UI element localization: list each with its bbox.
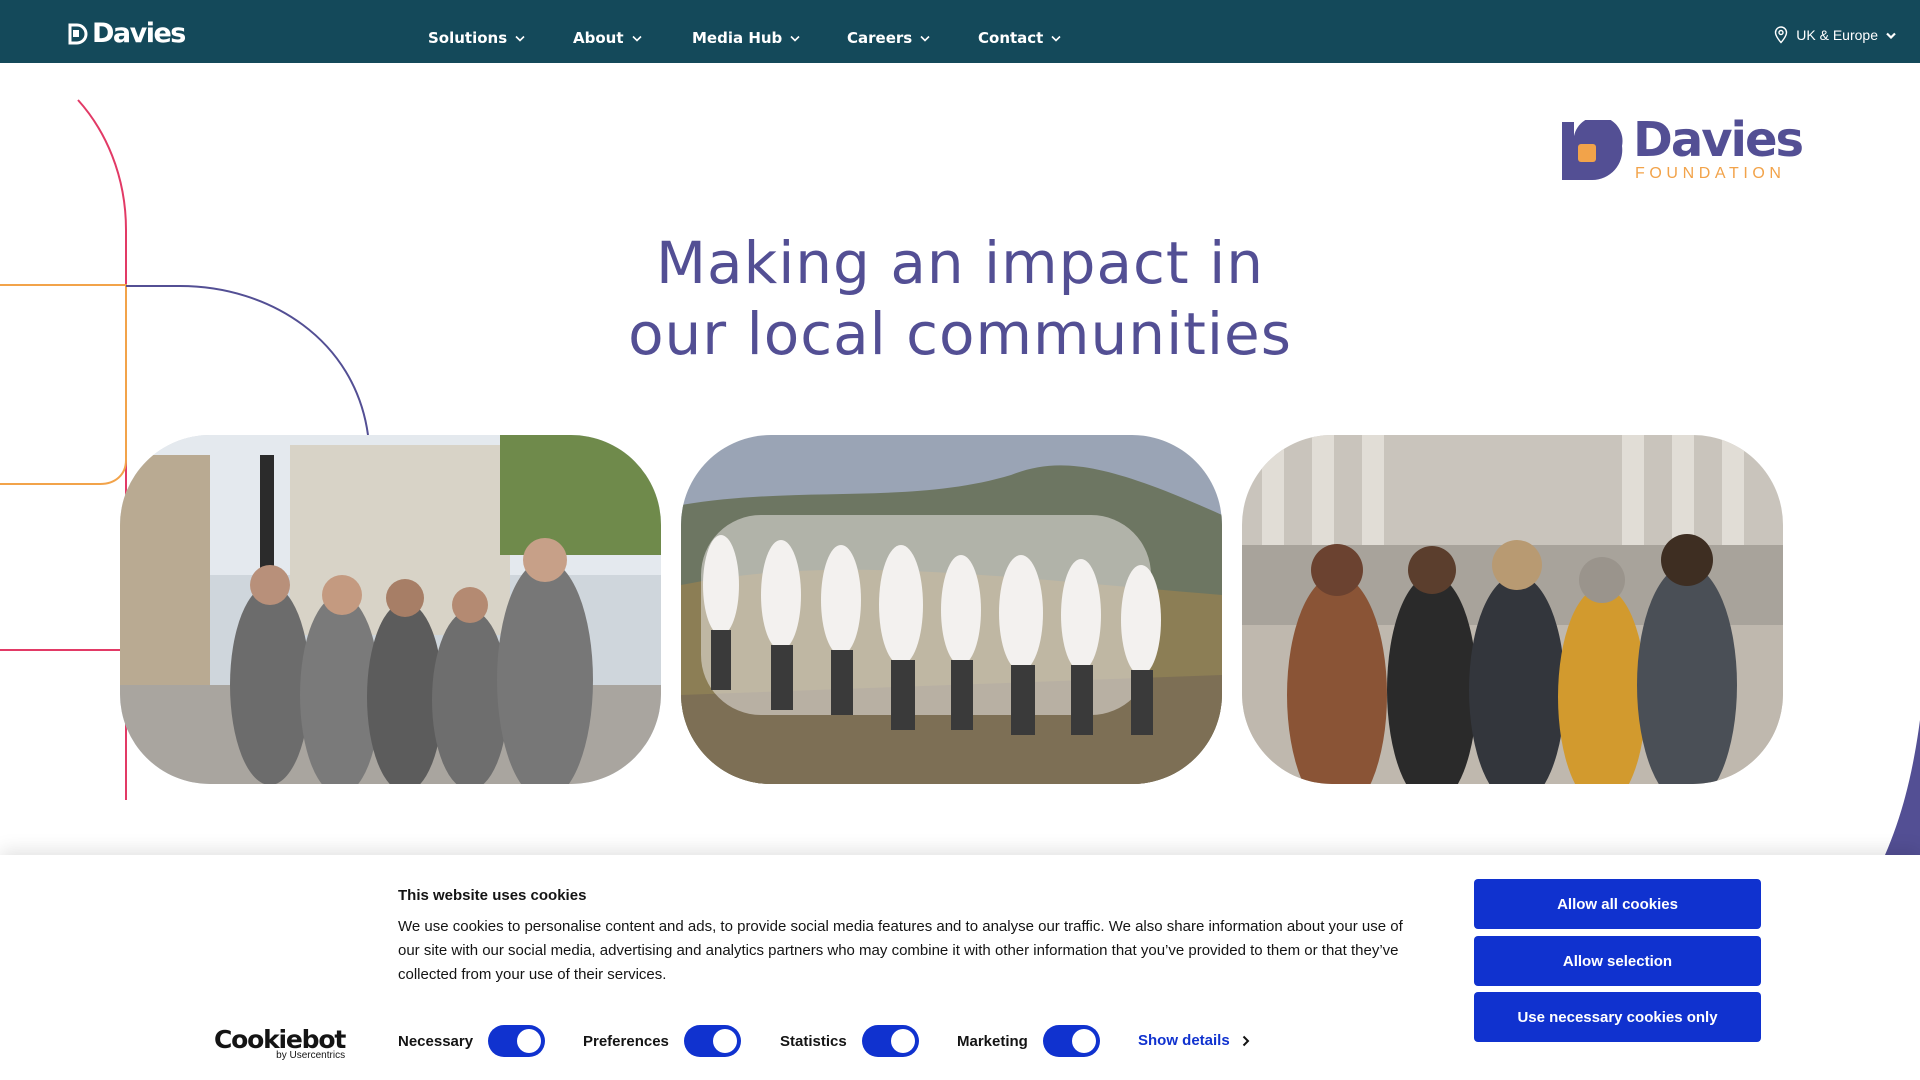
foundation-logo-mark-icon (1562, 120, 1623, 181)
toggle-label: Statistics (780, 1032, 847, 1050)
show-details-label: Show details (1138, 1032, 1230, 1049)
hero-title: Making an impact in our local communitie… (560, 228, 1360, 370)
community-photo-street (120, 435, 661, 784)
community-photo-capitol (1242, 435, 1783, 784)
chevron-down-icon (790, 35, 800, 42)
davies-logo[interactable]: Davies (68, 17, 186, 49)
cookie-title: This website uses cookies (398, 887, 587, 904)
foundation-logo-name: Davies (1633, 112, 1804, 168)
menu-label: About (573, 29, 624, 47)
chevron-down-icon (1886, 32, 1896, 39)
menu-label: Solutions (428, 29, 508, 47)
region-label: UK & Europe (1796, 27, 1878, 43)
chevron-down-icon (1051, 35, 1061, 42)
menu-label: Contact (978, 29, 1044, 47)
toggle-statistics: Statistics (780, 1025, 919, 1057)
necessary-cookies-only-button[interactable]: Use necessary cookies only (1474, 992, 1761, 1042)
toggle-preferences: Preferences (583, 1025, 741, 1057)
location-pin-icon (1775, 26, 1788, 44)
community-photo-hill-walk (681, 435, 1222, 784)
statistics-switch[interactable] (861, 1025, 919, 1057)
menu-label: Media Hub (692, 29, 783, 47)
toggle-label: Preferences (583, 1032, 669, 1050)
toggle-marketing: Marketing (957, 1025, 1100, 1057)
menu-item-contact[interactable]: Contact (978, 29, 1061, 47)
chevron-down-icon (515, 35, 525, 42)
allow-selection-button[interactable]: Allow selection (1474, 936, 1761, 986)
top-navigation: Davies Solutions About Media Hub Careers… (0, 0, 1920, 63)
foundation-logo-sub: FOUNDATION (1635, 165, 1786, 182)
davies-foundation-logo: Davies FOUNDATION (1560, 112, 1804, 182)
show-details-link[interactable]: Show details (1138, 1032, 1250, 1049)
toggle-necessary: Necessary (398, 1025, 546, 1057)
hero-title-line-2: our local communities (628, 300, 1292, 368)
menu-item-about[interactable]: About (573, 29, 642, 47)
toggle-label: Necessary (398, 1032, 474, 1050)
menu-item-media-hub[interactable]: Media Hub (692, 29, 800, 47)
cookiebot-logo[interactable]: Cookiebot by Usercentrics (214, 1025, 346, 1061)
necessary-switch[interactable] (488, 1025, 546, 1057)
cookie-consent-banner: Cookiebot by Usercentrics This website u… (0, 855, 1920, 1080)
preferences-switch[interactable] (683, 1025, 741, 1057)
davies-logo-mark-icon (68, 23, 88, 45)
allow-all-cookies-button[interactable]: Allow all cookies (1474, 879, 1761, 929)
region-selector[interactable]: UK & Europe (1774, 26, 1896, 44)
menu-label: Careers (847, 29, 913, 47)
menu-item-solutions[interactable]: Solutions (428, 29, 525, 47)
toggle-label: Marketing (957, 1032, 1028, 1050)
menu-item-careers[interactable]: Careers (847, 29, 930, 47)
hero-title-line-1: Making an impact in (656, 229, 1264, 297)
chevron-down-icon (631, 35, 642, 42)
cookie-description: We use cookies to personalise content an… (398, 918, 1403, 983)
chevron-down-icon (920, 35, 930, 42)
brand-name: Davies (92, 17, 186, 49)
marketing-switch[interactable] (1042, 1025, 1100, 1057)
chevron-right-icon (1242, 1035, 1250, 1046)
